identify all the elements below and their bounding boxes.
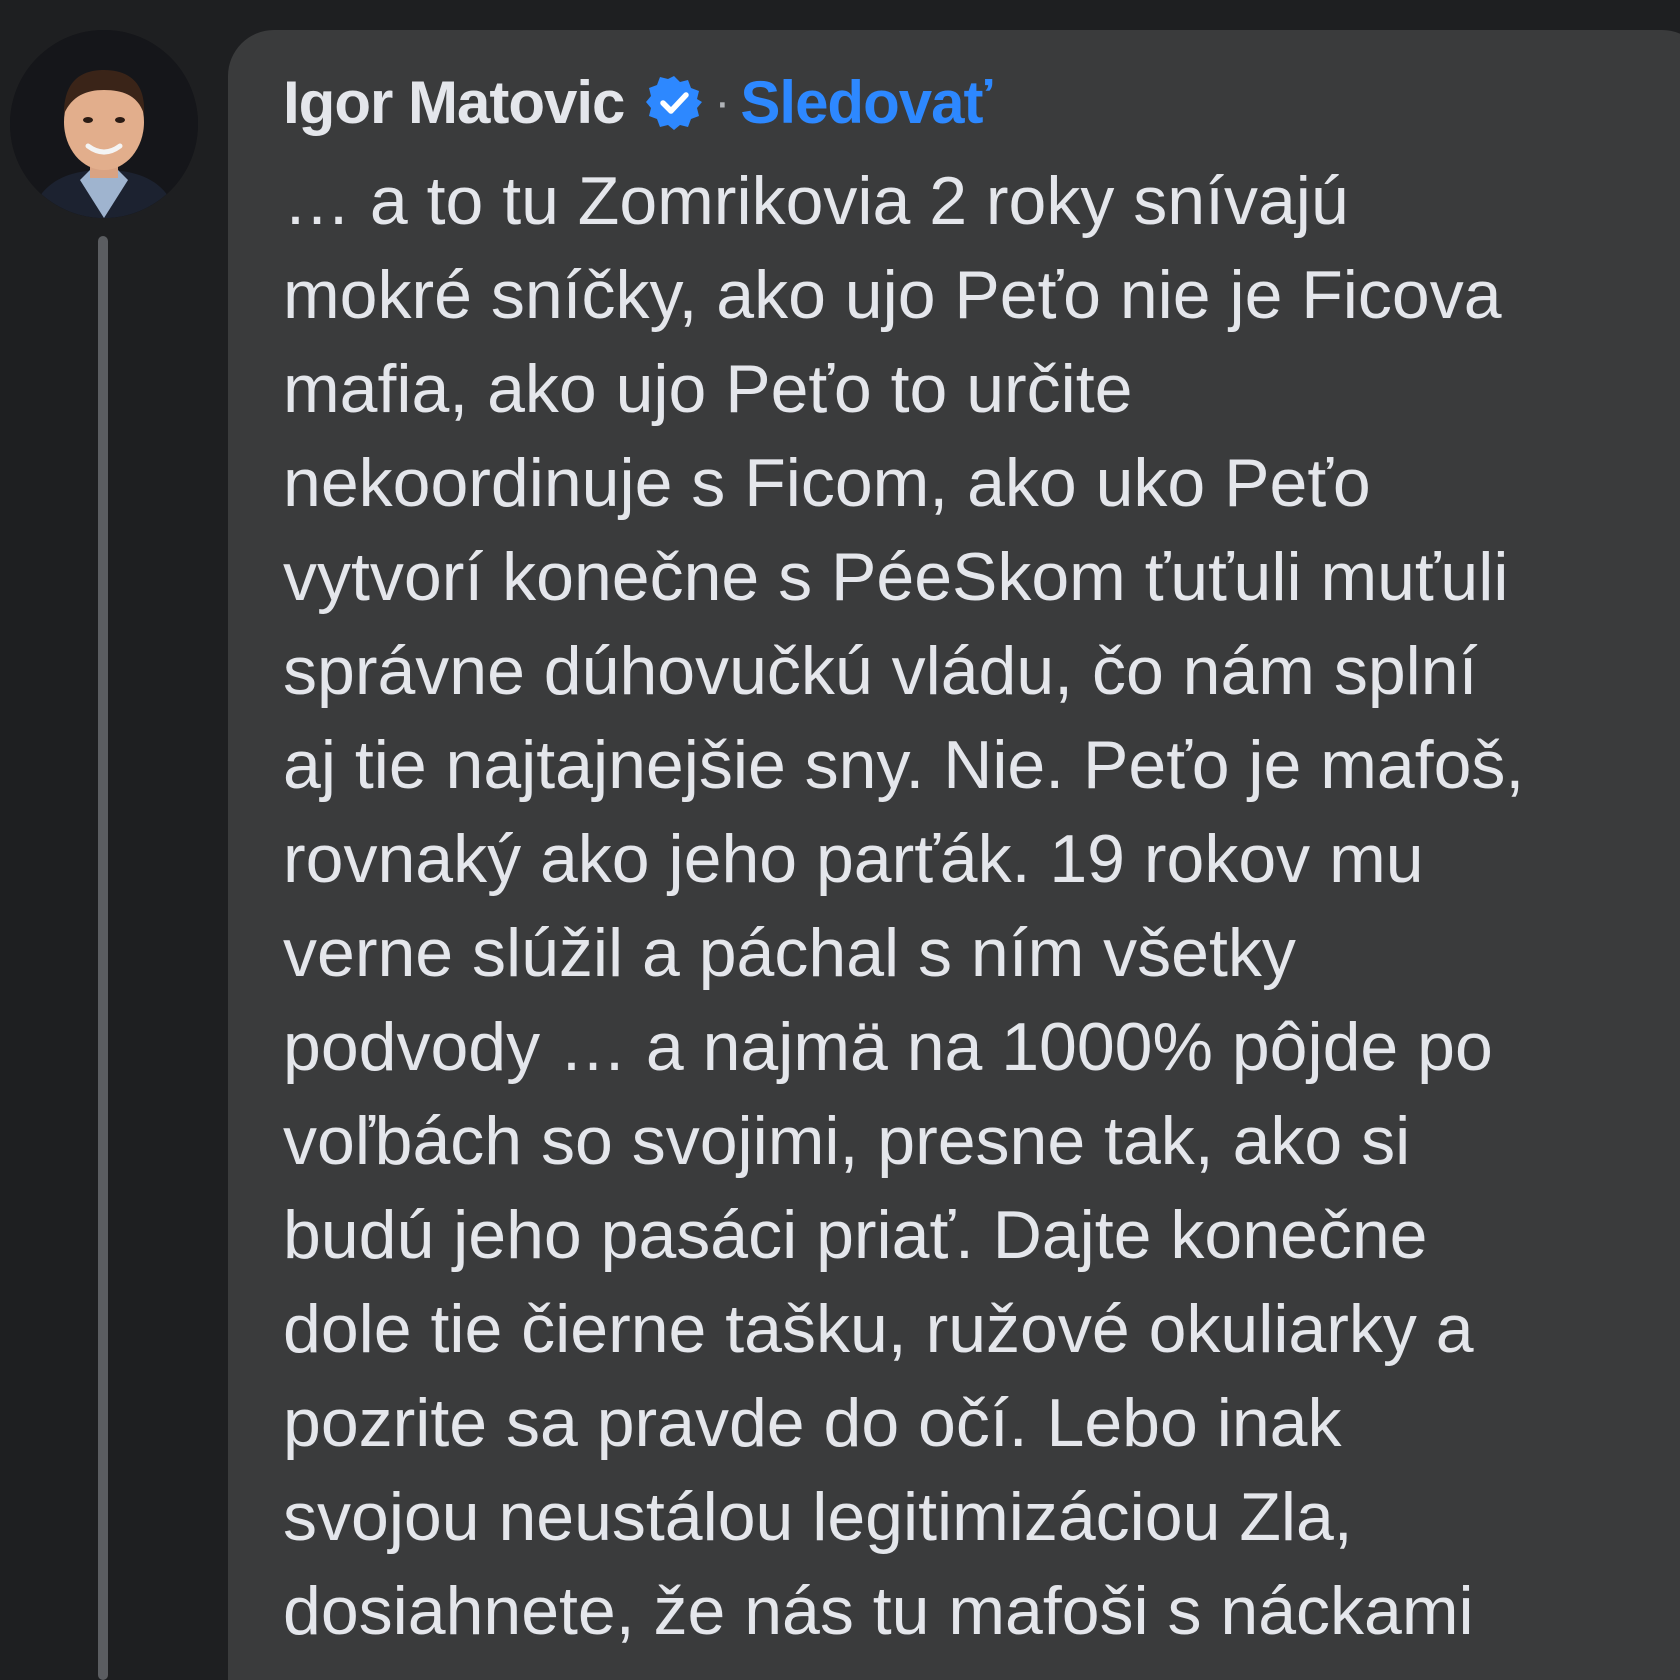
thread-line <box>98 236 108 1680</box>
comment-text-line: dole tie čierne tašku, ružové okuliarky … <box>283 1291 1474 1367</box>
comment-text-line: mafia, ako ujo Peťo to určite <box>283 351 1133 427</box>
comment-text-line: … a to tu Zomrikovia 2 roky snívajú <box>283 163 1349 239</box>
comment-text-line: správne dúhovučkú vládu, čo nám splní <box>283 633 1478 709</box>
comment-text-line: budú jeho pasáci priať. Dajte konečne <box>283 1197 1428 1273</box>
comment-text: … a to tu Zomrikovia 2 roky snívajú mokré… <box>283 154 1663 1658</box>
comment-text-line: podvody … a najmä na 1000% pôjde po <box>283 1009 1493 1085</box>
comment-text-line: mokré sníčky, ako ujo Peťo nie je Ficova <box>283 257 1502 333</box>
comment-text-line: dosiahnete, že nás tu mafoši s náckami <box>283 1573 1474 1649</box>
comment-screen: Igor Matovic · Sledovať … a to tu Zomrik… <box>0 0 1680 1680</box>
comment-header: Igor Matovic · Sledovať <box>283 62 992 142</box>
separator-dot: · <box>714 75 731 129</box>
comment-text-line: svojou neustálou legitimizáciou Zla, <box>283 1479 1353 1555</box>
author-name[interactable]: Igor Matovic <box>283 68 625 137</box>
avatar-portrait-icon <box>10 30 198 218</box>
avatar[interactable] <box>10 30 198 218</box>
comment-text-line: aj tie najtajnejšie sny. Nie. Peťo je ma… <box>283 727 1525 803</box>
comment-text-line: rovnaký ako jeho parťák. 19 rokov mu <box>283 821 1424 897</box>
comment-text-line: verne slúžil a páchal s ním všetky <box>283 915 1296 991</box>
comment-text-line: nekoordinuje s Ficom, ako uko Peťo <box>283 445 1371 521</box>
comment-text-line: vytvorí konečne s PéeSkom ťuťuli muťuli <box>283 539 1509 615</box>
verified-badge-icon <box>646 74 703 130</box>
comment-text-line: pozrite sa pravde do očí. Lebo inak <box>283 1385 1342 1461</box>
follow-link[interactable]: Sledovať <box>740 68 992 137</box>
comment-text-line: voľbách so svojimi, presne tak, ako si <box>283 1103 1411 1179</box>
